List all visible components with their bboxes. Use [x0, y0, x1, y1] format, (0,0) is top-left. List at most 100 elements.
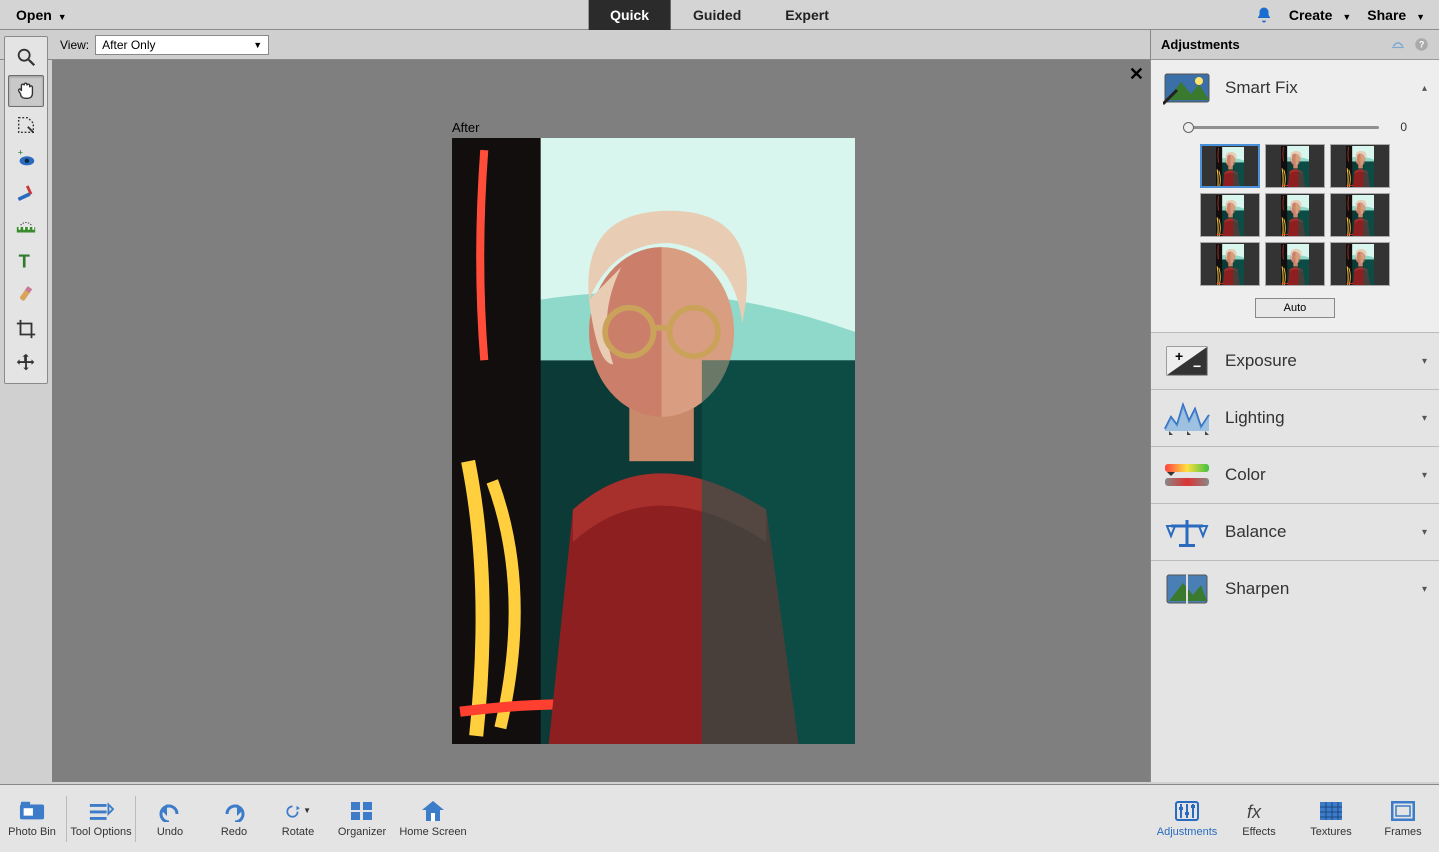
- section-lighting[interactable]: Lighting ▾: [1151, 390, 1439, 447]
- chevron-down-icon: ▼: [1342, 12, 1351, 22]
- textures-icon: [1318, 800, 1344, 822]
- document-image[interactable]: [452, 138, 855, 744]
- reset-icon[interactable]: [1390, 37, 1406, 52]
- tab-quick[interactable]: Quick: [588, 0, 671, 30]
- preset-thumb[interactable]: [1200, 193, 1260, 237]
- chevron-down-icon: ▾: [1422, 527, 1427, 538]
- menu-bar: Open▼ Quick Guided Expert Create ▼ Share…: [0, 0, 1439, 30]
- preset-thumb[interactable]: [1265, 193, 1325, 237]
- redo-icon: [221, 800, 247, 822]
- photo-bin-button[interactable]: Photo Bin: [0, 791, 64, 847]
- smart-fix-icon: [1163, 70, 1211, 106]
- chevron-down-icon: ▾: [1422, 413, 1427, 424]
- frames-tab-button[interactable]: Frames: [1367, 791, 1439, 847]
- preset-thumb[interactable]: [1330, 242, 1390, 286]
- textures-tab-button[interactable]: Textures: [1295, 791, 1367, 847]
- undo-button[interactable]: Undo: [138, 791, 202, 847]
- straighten-tool[interactable]: [8, 211, 44, 243]
- lighting-icon: [1163, 400, 1211, 436]
- preset-thumb[interactable]: [1330, 144, 1390, 188]
- tab-expert[interactable]: Expert: [763, 0, 851, 30]
- crop-tool[interactable]: [8, 313, 44, 345]
- after-label: After: [452, 120, 479, 135]
- chevron-down-icon: ▼: [303, 806, 311, 815]
- organizer-button[interactable]: Organizer: [330, 791, 394, 847]
- section-sharpen[interactable]: Sharpen ▾: [1151, 561, 1439, 617]
- preset-thumb[interactable]: [1200, 242, 1260, 286]
- chevron-down-icon: ▾: [1422, 356, 1427, 367]
- type-tool[interactable]: T: [8, 245, 44, 277]
- section-color[interactable]: Color ▾: [1151, 447, 1439, 504]
- balance-label: Balance: [1225, 522, 1408, 542]
- chevron-down-icon: ▼: [58, 12, 67, 22]
- svg-text:+: +: [18, 148, 23, 157]
- sharpen-label: Sharpen: [1225, 579, 1408, 599]
- preset-thumb[interactable]: [1265, 144, 1325, 188]
- smart-fix-label: Smart Fix: [1225, 78, 1408, 98]
- task-bar: Photo Bin Tool Options Undo Redo ▼ Rotat…: [0, 784, 1439, 852]
- frames-icon: [1390, 800, 1416, 822]
- adjustments-icon: [1174, 800, 1200, 822]
- view-label: View:: [60, 38, 89, 52]
- adjustments-tab-button[interactable]: Adjustments: [1151, 791, 1223, 847]
- preset-thumb[interactable]: [1330, 193, 1390, 237]
- chevron-down-icon: ▾: [1422, 584, 1427, 595]
- rotate-icon: ▼: [285, 800, 311, 822]
- adjustments-header: Adjustments ?: [1151, 30, 1439, 60]
- spot-healing-tool[interactable]: [8, 279, 44, 311]
- quick-selection-tool[interactable]: [8, 109, 44, 141]
- canvas-area[interactable]: ✕ After: [52, 60, 1150, 782]
- chevron-up-icon: ▴: [1422, 83, 1427, 94]
- effects-tab-button[interactable]: fx Effects: [1223, 791, 1295, 847]
- whiten-teeth-tool[interactable]: [8, 177, 44, 209]
- create-menu[interactable]: Create ▼: [1289, 7, 1351, 23]
- adjustments-panel: Adjustments ? Smart Fix ▴ 0: [1150, 30, 1439, 782]
- hand-tool[interactable]: [8, 75, 44, 107]
- move-tool[interactable]: [8, 347, 44, 379]
- zoom-tool[interactable]: [8, 41, 44, 73]
- exposure-icon: [1163, 343, 1211, 379]
- section-balance[interactable]: Balance ▾: [1151, 504, 1439, 561]
- color-icon: [1163, 457, 1211, 493]
- chevron-down-icon: ▼: [253, 40, 262, 50]
- smart-fix-value: 0: [1389, 120, 1407, 134]
- share-menu[interactable]: Share ▼: [1367, 7, 1425, 23]
- rotate-button[interactable]: ▼ Rotate: [266, 791, 330, 847]
- tab-guided[interactable]: Guided: [671, 0, 763, 30]
- svg-text:?: ?: [1419, 40, 1424, 50]
- balance-icon: [1163, 514, 1211, 550]
- preset-thumb[interactable]: [1265, 242, 1325, 286]
- preset-thumb[interactable]: [1200, 144, 1260, 188]
- close-document-icon[interactable]: ✕: [1129, 64, 1144, 85]
- tool-palette: + T: [4, 36, 48, 384]
- view-select[interactable]: After Only ▼: [95, 35, 269, 55]
- smart-fix-presets: [1165, 144, 1425, 286]
- redeye-tool[interactable]: +: [8, 143, 44, 175]
- notifications-icon[interactable]: [1255, 6, 1273, 24]
- tool-options-button[interactable]: Tool Options: [69, 791, 133, 847]
- auto-button[interactable]: Auto: [1255, 298, 1335, 318]
- smart-fix-slider[interactable]: [1183, 126, 1379, 129]
- svg-text:T: T: [19, 250, 30, 271]
- sharpen-icon: [1163, 571, 1211, 607]
- separator: [66, 796, 67, 842]
- chevron-down-icon: ▼: [1416, 12, 1425, 22]
- help-icon[interactable]: ?: [1414, 37, 1429, 52]
- undo-icon: [157, 800, 183, 822]
- lighting-label: Lighting: [1225, 408, 1408, 428]
- effects-icon: fx: [1246, 800, 1272, 822]
- color-label: Color: [1225, 465, 1408, 485]
- redo-button[interactable]: Redo: [202, 791, 266, 847]
- organizer-icon: [349, 800, 375, 822]
- home-icon: [420, 800, 446, 822]
- open-menu[interactable]: Open▼: [0, 7, 75, 23]
- photo-bin-icon: [19, 800, 45, 822]
- exposure-label: Exposure: [1225, 351, 1408, 371]
- mode-tabs: Quick Guided Expert: [588, 0, 851, 30]
- home-screen-button[interactable]: Home Screen: [394, 791, 472, 847]
- svg-text:fx: fx: [1247, 802, 1262, 822]
- smart-fix-header[interactable]: Smart Fix ▴: [1151, 60, 1439, 116]
- separator: [135, 796, 136, 842]
- chevron-down-icon: ▾: [1422, 470, 1427, 481]
- section-exposure[interactable]: Exposure ▾: [1151, 333, 1439, 390]
